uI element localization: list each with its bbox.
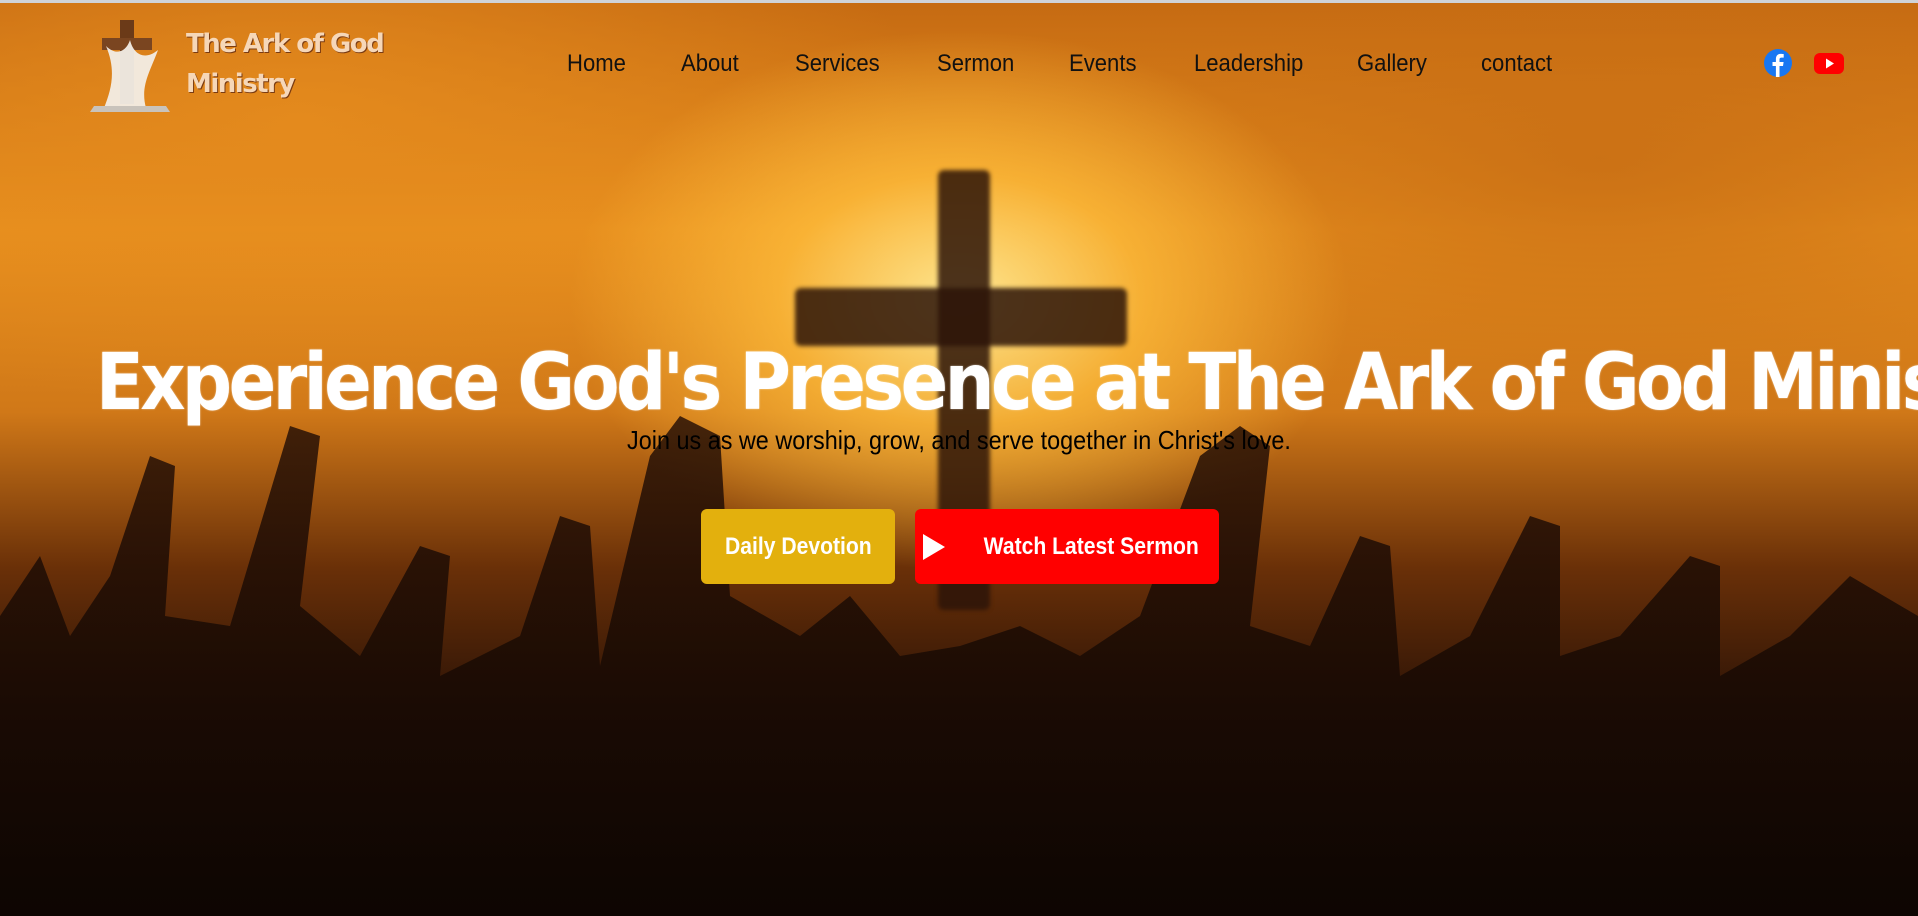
hero-subline: Join us as we worship, grow, and serve t… [627, 425, 1291, 455]
nav-sermon[interactable]: Sermon [937, 44, 1014, 84]
hero-background-image: The Ark of God Ministry Home About Servi… [0, 0, 1918, 916]
daily-devotion-button[interactable]: Daily Devotion [701, 509, 895, 584]
youtube-icon[interactable] [1813, 48, 1845, 78]
nav-leadership[interactable]: Leadership [1194, 44, 1303, 84]
nav-about[interactable]: About [681, 44, 739, 84]
site-title[interactable]: The Ark of God Ministry [186, 24, 386, 104]
watch-latest-sermon-button[interactable]: Watch Latest Sermon [915, 509, 1219, 584]
nav-contact[interactable]: contact [1481, 44, 1552, 84]
watch-sermon-label: Watch Latest Sermon [983, 532, 1199, 560]
top-border [0, 0, 1918, 3]
play-icon [922, 533, 945, 560]
nav-gallery[interactable]: Gallery [1357, 44, 1427, 84]
nav-home[interactable]: Home [567, 44, 626, 84]
daily-devotion-label: Daily Devotion [724, 532, 872, 560]
cross-with-cloth-logo[interactable] [86, 16, 174, 112]
nav-services[interactable]: Services [795, 44, 880, 84]
facebook-icon[interactable] [1763, 48, 1793, 78]
hero-headline: Experience God's Presence at The Ark of … [95, 338, 1918, 428]
nav-events[interactable]: Events [1069, 44, 1137, 84]
crowd-silhouette [0, 416, 1918, 916]
